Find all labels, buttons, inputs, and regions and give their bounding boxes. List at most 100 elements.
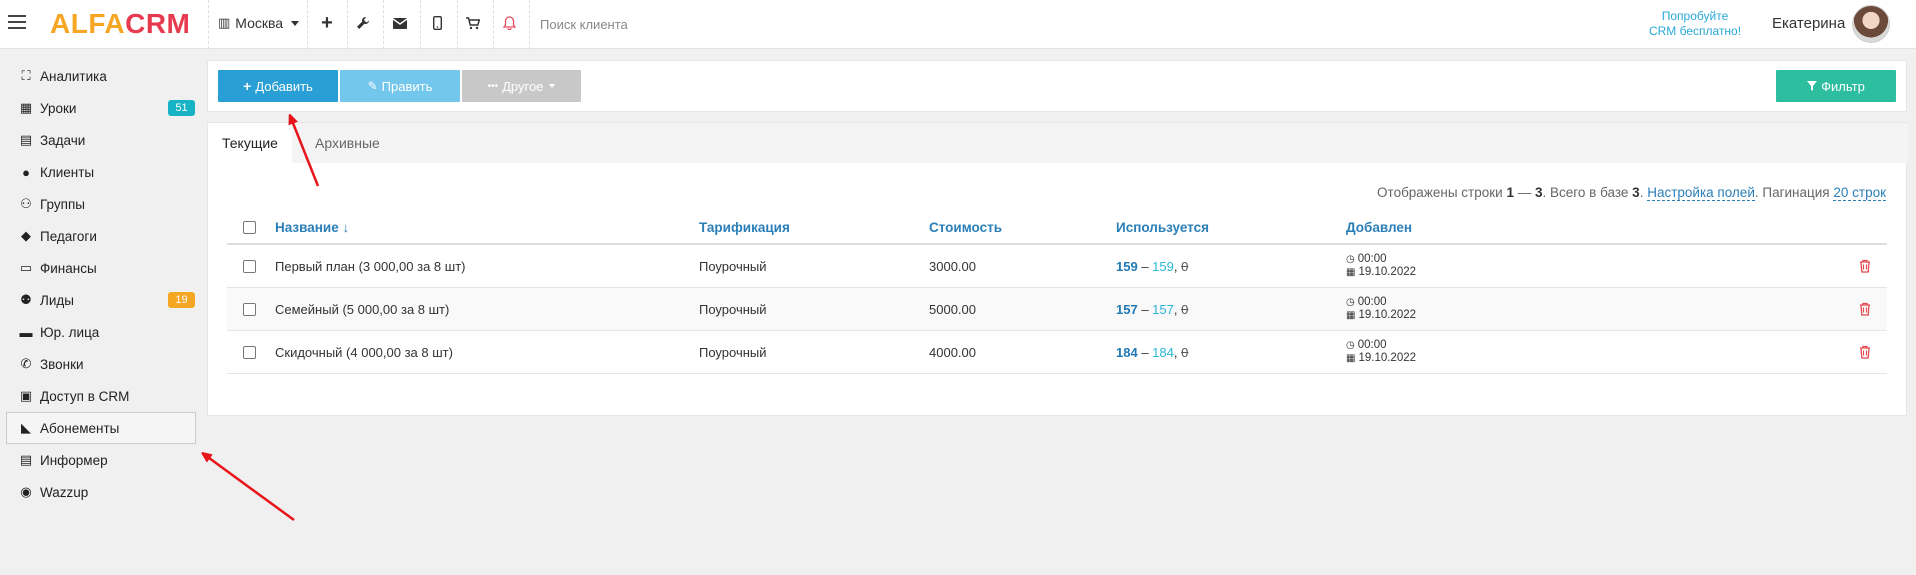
trash-icon[interactable] [1859,331,1871,373]
used-count-link[interactable]: 159 [1116,259,1138,274]
select-all-checkbox[interactable] [243,220,256,234]
divider [383,0,384,49]
sidebar-item-label: Группы [40,196,85,212]
phone-icon: ✆ [20,356,32,371]
row-checkbox[interactable] [243,302,256,316]
whatsapp-icon: ◉ [20,484,32,499]
plus-icon[interactable]: + [317,12,337,34]
rows-info: Отображены строки 1 — 3. Всего в базе 3.… [1377,185,1886,201]
cell-added: ◷ 00:00 ▦ 19.10.2022 [1346,339,1417,364]
trash-icon[interactable] [1859,288,1871,330]
sidebar-item-label: Финансы [40,260,97,276]
sidebar-item-label: Аналитика [40,68,107,84]
cell-tariff: Поурочный [699,344,767,360]
table-header: Название ↓ Тарификация Стоимость Использ… [227,211,1887,245]
trash-icon[interactable] [1859,245,1871,287]
city-selector[interactable]: ▥ Москва [218,15,300,31]
divider [347,0,348,49]
sidebar-item-7[interactable]: ⚉ Лиды 19 [0,284,200,316]
used-total-link[interactable]: 157 [1152,302,1174,317]
tab-archive[interactable]: Архивные [301,123,394,163]
graduation-cap-icon: ◆ [21,228,31,243]
sidebar-item-11[interactable]: ◣ Абонементы [6,412,196,444]
sidebar-item-0[interactable]: ⛶ Аналитика [0,60,200,92]
edit-button[interactable]: ✎ Править [340,70,460,102]
sidebar-item-2[interactable]: ▤ Задачи [0,124,200,156]
mobile-icon[interactable] [427,13,447,33]
arrow-to-subscriptions-menu [205,455,295,522]
sidebar-item-6[interactable]: ▭ Финансы [0,252,200,284]
table-row[interactable]: Семейный (5 000,00 за 8 шт) Поурочный 5000… [227,288,1887,331]
clock-icon: ◷ [1346,340,1355,351]
plus-icon: + [243,78,252,94]
envelope-icon[interactable] [390,13,410,33]
column-name-header[interactable]: Название ↓ [275,211,349,243]
cell-tariff: Поурочный [699,301,767,317]
used-count-link[interactable]: 184 [1116,345,1138,360]
column-added-header[interactable]: Добавлен [1346,211,1412,243]
columns-settings-link[interactable]: Настройка полей [1647,185,1755,201]
add-button[interactable]: + Добавить [218,70,338,102]
tab-current[interactable]: Текущие [208,123,292,163]
sidebar-item-10[interactable]: ▣ Доступ в CRM [0,380,200,412]
calendar-icon: ▦ [1346,310,1356,321]
column-used-header[interactable]: Используется [1116,211,1209,243]
row-checkbox[interactable] [243,259,256,273]
column-tariff-header[interactable]: Тарификация [699,211,790,243]
cell-name[interactable]: Семейный (5 000,00 за 8 шт) [275,288,449,330]
sidebar-item-label: Wazzup [40,484,89,500]
table-row[interactable]: Скидочный (4 000,00 за 8 шт) Поурочный 400… [227,331,1887,374]
cell-name[interactable]: Скидочный (4 000,00 за 8 шт) [275,331,453,373]
menu-icon[interactable] [8,15,26,29]
ellipsis-icon: ••• [487,80,499,92]
wrench-icon[interactable] [353,13,373,33]
divider [420,0,421,49]
sidebar-item-1[interactable]: ▦ Уроки 51 [0,92,200,124]
avatar[interactable] [1852,5,1890,43]
divider [307,0,308,49]
pagination-link[interactable]: 20 строк [1833,185,1886,201]
used-total-link[interactable]: 159 [1152,259,1174,274]
sidebar-item-5[interactable]: ◆ Педагоги [0,220,200,252]
divider [529,0,530,49]
users-icon: ⚇ [20,196,32,211]
cell-used: 184 – 184, 0 [1116,344,1189,360]
subscriptions-table: Название ↓ Тарификация Стоимость Использ… [227,211,1887,374]
sidebar-item-8[interactable]: ▬ Юр. лица [0,316,200,348]
used-total-link[interactable]: 184 [1152,345,1174,360]
filter-button[interactable]: Фильтр [1776,70,1896,102]
logo[interactable]: ALFACRM [50,8,190,40]
user-plus-icon: ⚉ [20,292,32,307]
used-count-link[interactable]: 157 [1116,302,1138,317]
divider [457,0,458,49]
user-name[interactable]: Екатерина [1772,15,1845,32]
clipboard-icon: ▤ [19,132,33,147]
money-icon: ▭ [19,260,33,275]
search-input[interactable] [540,12,840,36]
sidebar-item-label: Задачи [40,132,86,148]
building-icon: ▥ [218,15,231,30]
chevron-down-icon [291,20,300,26]
sidebar-item-label: Лиды [40,292,74,308]
clock-icon: ◷ [1346,254,1355,265]
sidebar-item-4[interactable]: ⚇ Группы [0,188,200,220]
table-row[interactable]: Первый план (3 000,00 за 8 шт) Поурочный 3… [227,245,1887,288]
cell-added: ◷ 00:00 ▦ 19.10.2022 [1346,296,1417,321]
try-free-link[interactable]: Попробуйте CRM бесплатно! [1640,9,1750,39]
sidebar-item-3[interactable]: ● Клиенты [0,156,200,188]
column-cost-header[interactable]: Стоимость [929,211,1002,243]
funnel-icon [1807,79,1818,94]
other-dropdown-button[interactable]: ••• Другое [462,70,581,102]
count-badge: 19 [168,292,195,308]
count-badge: 51 [168,100,195,116]
sidebar-item-9[interactable]: ✆ Звонки [0,348,200,380]
sidebar-item-13[interactable]: ◉ Wazzup [0,476,200,508]
cart-icon[interactable] [463,13,483,33]
row-checkbox[interactable] [243,345,256,359]
cell-added: ◷ 00:00 ▦ 19.10.2022 [1346,253,1417,278]
sidebar-item-label: Юр. лица [40,324,100,340]
cell-name[interactable]: Первый план (3 000,00 за 8 шт) [275,245,465,287]
sidebar-item-12[interactable]: ▤ Информер [0,444,200,476]
sidebar-item-label: Информер [40,452,108,468]
bell-icon[interactable] [499,13,519,33]
